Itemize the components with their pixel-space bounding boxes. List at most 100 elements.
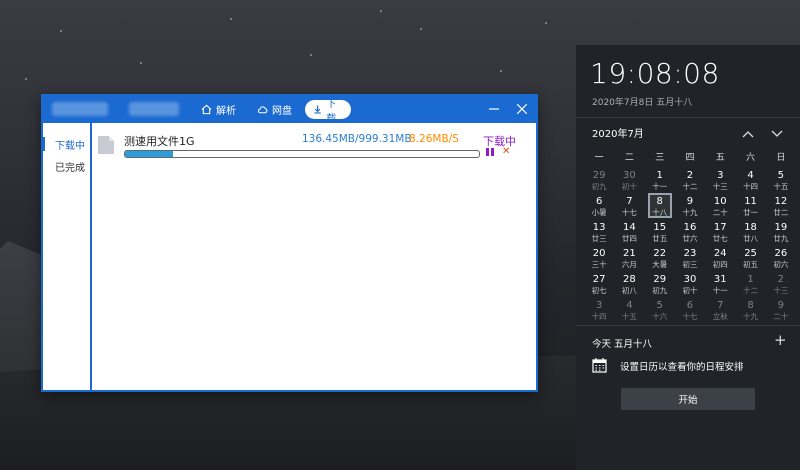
calendar-day[interactable]: 30 初十	[675, 271, 705, 297]
lunar-date: 三十	[591, 260, 607, 269]
calendar-day[interactable]: 3 十四	[584, 297, 614, 323]
weekday-label: 四	[685, 153, 695, 163]
lunar-date: 廿九	[773, 234, 789, 243]
calendar-day[interactable]: 8 十九	[735, 297, 765, 323]
sidebar-item-completed[interactable]: 已完成	[43, 155, 90, 177]
clock-time: 19:08:08	[590, 57, 720, 90]
day-number: 28	[623, 274, 636, 285]
day-number: 26	[774, 248, 788, 259]
calendar-day[interactable]: 9 二十	[766, 297, 796, 323]
full-date[interactable]: 2020年7月8日 五月十八	[592, 95, 692, 108]
calendar-day[interactable]: 24 初四	[705, 245, 735, 271]
calendar-day[interactable]: 3 十三	[705, 167, 735, 193]
calendar-day[interactable]: 26 初六	[766, 245, 796, 271]
day-number: 5	[777, 170, 785, 181]
day-number: 12	[774, 196, 788, 207]
sidebar-item-label: 下载中	[55, 140, 85, 152]
calendar-day[interactable]: 23 初三	[675, 245, 705, 271]
calendar-day[interactable]: 4 十五	[614, 297, 644, 323]
cancel-icon[interactable]: ✕	[502, 146, 510, 158]
calendar-day[interactable]: 1 十二	[735, 271, 765, 297]
month-title[interactable]: 2020年7月	[592, 125, 644, 140]
progress-bar-fill	[125, 151, 174, 157]
lunar-date: 大暑	[652, 260, 668, 269]
calendar-day[interactable]: 21 六月	[614, 245, 644, 271]
calendar-day[interactable]: 10 二十	[705, 193, 735, 219]
status-text: 下载中	[483, 135, 516, 148]
calendar-day-today[interactable]: 8 十八	[645, 193, 675, 219]
calendar-day[interactable]: 11 廿一	[735, 193, 765, 219]
lunar-date: 十二	[743, 286, 759, 295]
day-number: 3	[595, 300, 603, 311]
calendar-day[interactable]: 19 廿九	[766, 219, 796, 245]
calendar-day[interactable]: 2 十三	[766, 271, 796, 297]
calendar-day[interactable]: 25 初五	[735, 245, 765, 271]
day-number: 25	[744, 248, 757, 259]
weekday-label: 五	[715, 153, 725, 163]
calendar-day[interactable]: 20 三十	[584, 245, 614, 271]
lunar-date: 十四	[591, 312, 607, 321]
sidebar-item-downloading[interactable]: 下载中	[43, 133, 90, 155]
lunar-date: 十九	[682, 208, 698, 217]
calendar-day[interactable]: 5 十六	[645, 297, 675, 323]
add-event-button[interactable]: +	[774, 331, 787, 349]
calendar-day[interactable]: 28 初八	[614, 271, 644, 297]
calendar-day[interactable]: 27 初七	[584, 271, 614, 297]
calendar-icon	[592, 358, 607, 373]
day-number: 22	[653, 248, 667, 259]
calendar-day[interactable]: 14 廿四	[614, 219, 644, 245]
calendar-day[interactable]: 30 初十	[614, 167, 644, 193]
lunar-date: 十一	[652, 182, 668, 191]
calendar-day[interactable]: 12 廿二	[766, 193, 796, 219]
agenda-hint: 设置日历以查看你的日程安排	[620, 362, 744, 373]
calendar-day[interactable]: 7 立秋	[705, 297, 735, 323]
day-number: 3	[717, 170, 724, 181]
minimize-button[interactable]	[485, 100, 503, 118]
day-number: 6	[686, 300, 694, 311]
file-size: 136.45MB/999.31MB	[302, 133, 412, 145]
calendar-day[interactable]: 29 初九	[584, 167, 614, 193]
tab-parse[interactable]: 解析	[193, 100, 244, 119]
calendar-day[interactable]: 4 十四	[735, 167, 765, 193]
download-manager-window: 解析 网盘 下载 下载中 已完成 测速用文件1G 136.45MB/999.31…	[41, 94, 538, 392]
tab-download[interactable]: 下载	[305, 99, 351, 125]
weekday-label: 三	[655, 153, 665, 163]
tab-netdisk[interactable]: 网盘	[249, 100, 300, 119]
download-speed: 8.26MB/S	[409, 133, 459, 145]
download-task-row[interactable]: 测速用文件1G 136.45MB/999.31MB 8.26MB/S 下载中 ✕	[97, 131, 516, 159]
weekday-label: 一	[594, 153, 604, 163]
calendar-day[interactable]: 22 大暑	[645, 245, 675, 271]
calendar-day[interactable]: 1 十一	[645, 167, 675, 193]
calendar-day[interactable]: 5 十五	[766, 167, 796, 193]
calendar-day[interactable]: 6 小暑	[584, 193, 614, 219]
calendar-day[interactable]: 17 廿七	[705, 219, 735, 245]
weekday-label: 日	[776, 153, 786, 163]
lunar-date: 初七	[591, 286, 607, 295]
pause-button[interactable]	[486, 148, 496, 158]
calendar-day[interactable]: 15 廿五	[645, 219, 675, 245]
close-icon	[517, 104, 527, 114]
previous-month-button[interactable]	[741, 125, 755, 138]
close-button[interactable]	[513, 100, 531, 118]
calendar-day[interactable]: 31 十一	[705, 271, 735, 297]
calendar-day[interactable]: 16 廿六	[675, 219, 705, 245]
day-number: 2	[777, 274, 785, 285]
tab-netdisk-label: 网盘	[272, 106, 292, 117]
lunar-date: 十四	[743, 182, 759, 191]
lunar-date: 立秋	[712, 312, 728, 321]
day-number: 24	[713, 248, 727, 259]
calendar-day[interactable]: 13 廿三	[584, 219, 614, 245]
start-button[interactable]: 开始	[621, 388, 755, 410]
day-number: 8	[747, 300, 754, 311]
tab-parse-label: 解析	[216, 106, 236, 117]
calendar-day[interactable]: 2 十二	[675, 167, 705, 193]
lunar-date: 初八	[621, 286, 637, 295]
calendar-day[interactable]: 9 十九	[675, 193, 705, 219]
calendar-day[interactable]: 6 十七	[675, 297, 705, 323]
sidebar-item-label: 已完成	[55, 162, 85, 174]
next-month-button[interactable]	[770, 125, 784, 137]
calendar-day[interactable]: 18 廿八	[735, 219, 765, 245]
calendar-day[interactable]: 7 十七	[614, 193, 644, 219]
lunar-date: 初五	[743, 260, 759, 269]
calendar-day[interactable]: 29 初九	[645, 271, 675, 297]
